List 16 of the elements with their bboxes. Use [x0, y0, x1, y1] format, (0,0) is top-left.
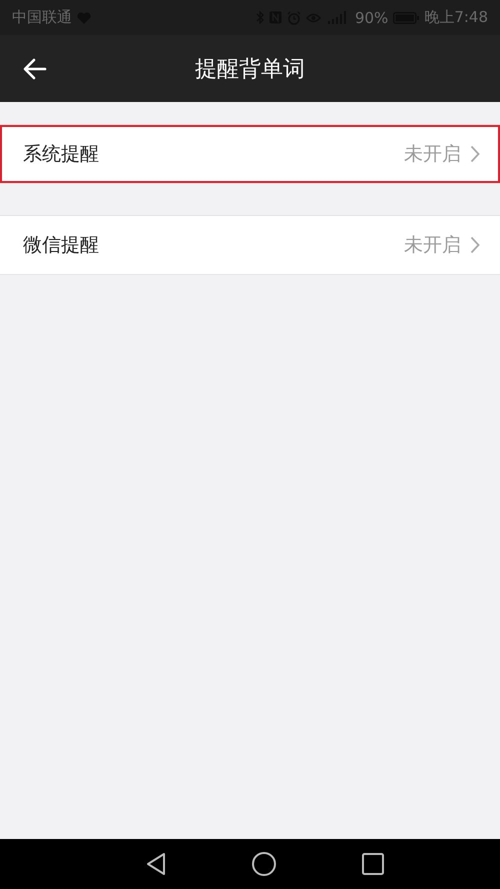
row-value: 未开启: [404, 233, 461, 258]
page-title: 提醒背单词: [195, 56, 305, 84]
row-label: 微信提醒: [23, 233, 100, 258]
row-value: 未开启: [404, 142, 461, 167]
clock-time: 晚上7:48: [424, 8, 488, 27]
home-circle-icon[interactable]: [252, 852, 276, 876]
row-label: 系统提醒: [23, 142, 100, 167]
settings-row[interactable]: 微信提醒 未开启: [0, 216, 500, 274]
chevron-right-icon: [470, 145, 480, 163]
recents-square-icon[interactable]: [362, 853, 384, 875]
chevron-right-icon: [470, 236, 480, 254]
back-arrow-icon: [23, 58, 47, 80]
back-triangle-icon[interactable]: [146, 852, 166, 876]
settings-row[interactable]: 系统提醒 未开启: [0, 125, 500, 183]
carrier-name: 中国联通: [12, 8, 72, 27]
battery-percent: 90%: [354, 8, 388, 26]
